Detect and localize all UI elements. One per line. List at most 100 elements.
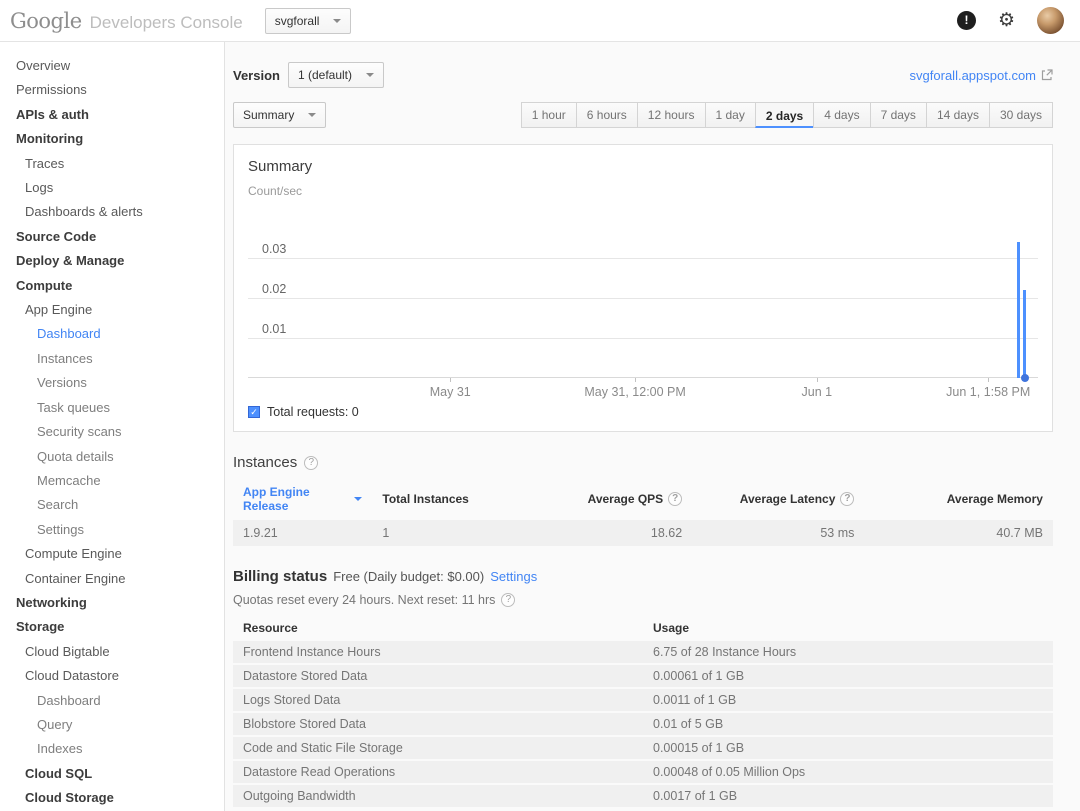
time-range-1-day[interactable]: 1 day bbox=[704, 102, 756, 128]
sidebar-item-monitoring[interactable]: Monitoring bbox=[0, 127, 224, 151]
time-range-2-days[interactable]: 2 days bbox=[754, 102, 815, 128]
sidebar-item-compute[interactable]: Compute bbox=[0, 274, 224, 298]
sidebar-item-storage[interactable]: Storage bbox=[0, 615, 224, 639]
chart-plot: 0.03 0.02 0.01 bbox=[248, 218, 1038, 382]
billing-status-text: Free (Daily budget: $0.00) bbox=[333, 569, 485, 584]
legend-checkbox-icon[interactable] bbox=[248, 406, 260, 418]
sidebar-item-cloud-bigtable[interactable]: Cloud Bigtable bbox=[0, 640, 224, 664]
sidebar-item-task-queues[interactable]: Task queues bbox=[0, 396, 224, 420]
chart-series-spike bbox=[1016, 242, 1020, 378]
sidebar-item-apis-auth[interactable]: APIs & auth bbox=[0, 103, 224, 127]
resources-table: Resource Usage Frontend Instance Hours 6.7… bbox=[233, 617, 1053, 807]
quota-row: Quotas reset every 24 hours. Next reset:… bbox=[233, 593, 1053, 607]
resource-usage: 6.75 of 28 Instance Hours bbox=[653, 645, 797, 659]
instances-col-average-latency: Average Latency bbox=[692, 492, 864, 506]
resource-name: Logs Stored Data bbox=[243, 693, 341, 707]
sidebar-item-app-engine[interactable]: App Engine bbox=[0, 298, 224, 322]
version-label: Version bbox=[233, 67, 280, 83]
sidebar-item-logs[interactable]: Logs bbox=[0, 176, 224, 200]
instances-col-average-memory: Average Memory bbox=[864, 492, 1053, 506]
chart-legend: Total requests: 0 bbox=[248, 405, 1038, 423]
billing-settings-link[interactable]: Settings bbox=[490, 569, 537, 584]
help-icon[interactable] bbox=[501, 593, 516, 607]
time-range-4-days[interactable]: 4 days bbox=[813, 102, 871, 128]
instances-col-total-instances: Total Instances bbox=[372, 492, 528, 506]
chart-gridline: 0.01 bbox=[248, 322, 1038, 339]
chart-xtick-label: Jun 1 bbox=[801, 385, 833, 399]
notification-icon[interactable] bbox=[956, 11, 976, 30]
sidebar-item-instances[interactable]: Instances bbox=[0, 347, 224, 371]
sidebar-item-cloud-datastore[interactable]: Cloud Datastore bbox=[0, 664, 224, 688]
instances-value-total-instances: 1 bbox=[382, 526, 390, 540]
project-selector[interactable]: svgforall bbox=[264, 7, 352, 34]
legend-label: Total requests: 0 bbox=[267, 405, 359, 419]
instances-value-average-memory: 40.7 MB bbox=[996, 526, 1043, 540]
sidebar-item-cloud-storage[interactable]: Cloud Storage bbox=[0, 786, 224, 810]
sidebar-item-dashboards-alerts[interactable]: Dashboards & alerts bbox=[0, 200, 224, 224]
version-dropdown-value: 1 (default) bbox=[297, 68, 352, 82]
chart-gridline: 0.02 bbox=[248, 282, 1038, 299]
resource-row: Datastore Read Operations 0.00048 of 0.05… bbox=[233, 761, 1053, 783]
time-range-14-days[interactable]: 14 days bbox=[925, 102, 990, 128]
sidebar-item-source-code[interactable]: Source Code bbox=[0, 225, 224, 249]
chart-gridline: 0.03 bbox=[248, 242, 1038, 259]
sidebar-item-security-scans[interactable]: Security scans bbox=[0, 420, 224, 444]
sidebar-item-overview[interactable]: Overview bbox=[0, 54, 224, 78]
time-range-group: 1 hour 6 hours 12 hours 1 day 2 days 4 days 7 … bbox=[520, 102, 1053, 128]
sidebar-item-indexes[interactable]: Indexes bbox=[0, 737, 224, 761]
sidebar-item-versions[interactable]: Versions bbox=[0, 371, 224, 395]
time-range-12-hours[interactable]: 12 hours bbox=[636, 102, 706, 128]
resources-table-body: Frontend Instance Hours 6.75 of 28 Instan… bbox=[233, 641, 1053, 807]
chart-x-tickmark bbox=[988, 378, 990, 382]
resources-col-resource: Resource bbox=[243, 621, 298, 635]
sidebar-item-container-engine[interactable]: Container Engine bbox=[0, 567, 224, 591]
chevron-down-icon bbox=[366, 73, 374, 77]
sidebar-item-query[interactable]: Query bbox=[0, 713, 224, 737]
billing-row: Billing status Free (Daily budget: $0.00… bbox=[233, 568, 1053, 585]
sidebar-item-memcache[interactable]: Memcache bbox=[0, 469, 224, 493]
sidebar-item-networking[interactable]: Networking bbox=[0, 591, 224, 615]
gear-icon[interactable] bbox=[998, 11, 1015, 30]
metric-selector-dropdown[interactable]: Summary bbox=[233, 102, 327, 128]
avatar[interactable] bbox=[1037, 7, 1064, 34]
resource-name: Code and Static File Storage bbox=[243, 741, 403, 755]
instances-col-average-qps: Average QPS bbox=[528, 492, 692, 506]
version-row: Version 1 (default) svgforall.appspot.co… bbox=[233, 62, 1053, 88]
sidebar-item-search[interactable]: Search bbox=[0, 493, 224, 517]
app-url-link[interactable]: svgforall.appspot.com bbox=[910, 68, 1053, 83]
sidebar-item-cloud-sql[interactable]: Cloud SQL bbox=[0, 762, 224, 786]
help-icon[interactable] bbox=[668, 492, 683, 506]
sidebar-item-traces[interactable]: Traces bbox=[0, 152, 224, 176]
resource-name: Datastore Read Operations bbox=[243, 765, 396, 779]
project-selector-label: svgforall bbox=[274, 13, 320, 28]
sidebar-item-permissions[interactable]: Permissions bbox=[0, 78, 224, 102]
column-header-label: App Engine Release bbox=[243, 485, 310, 513]
help-icon[interactable] bbox=[840, 492, 855, 506]
chevron-down-icon bbox=[354, 497, 363, 501]
sidebar-item-compute-engine[interactable]: Compute Engine bbox=[0, 542, 224, 566]
resource-row: Blobstore Stored Data 0.01 of 5 GB bbox=[233, 713, 1053, 735]
resource-name: Outgoing Bandwidth bbox=[243, 789, 356, 803]
sidebar-item-deploy-manage[interactable]: Deploy & Manage bbox=[0, 249, 224, 273]
sidebar-item-dashboard[interactable]: Dashboard bbox=[0, 322, 224, 346]
instances-header-row: App Engine Release Total Instances Average… bbox=[233, 479, 1053, 519]
app-logo: Google Developers Console bbox=[10, 9, 243, 33]
external-link-icon bbox=[1041, 69, 1053, 81]
time-range-6-hours[interactable]: 6 hours bbox=[575, 102, 638, 128]
instances-table: App Engine Release Total Instances Average… bbox=[233, 479, 1053, 546]
time-range-30-days[interactable]: 30 days bbox=[988, 102, 1053, 128]
chart-series-spike bbox=[1022, 290, 1026, 378]
help-icon[interactable] bbox=[304, 455, 319, 470]
top-bar-icons bbox=[956, 7, 1064, 34]
time-range-7-days[interactable]: 7 days bbox=[869, 102, 927, 128]
logo-google-text: Google bbox=[10, 8, 82, 33]
column-header-label: Average QPS bbox=[587, 492, 664, 506]
resource-usage: 0.00015 of 1 GB bbox=[653, 741, 745, 755]
sidebar-item-dashboard[interactable]: Dashboard bbox=[0, 689, 224, 713]
sidebar-item-settings[interactable]: Settings bbox=[0, 518, 224, 542]
sidebar-item-quota-details[interactable]: Quota details bbox=[0, 445, 224, 469]
version-dropdown[interactable]: 1 (default) bbox=[287, 62, 384, 88]
time-range-1-hour[interactable]: 1 hour bbox=[520, 102, 577, 128]
chart-ytick-label: 0.01 bbox=[262, 322, 287, 336]
instances-col-app-engine-release[interactable]: App Engine Release bbox=[233, 485, 372, 513]
